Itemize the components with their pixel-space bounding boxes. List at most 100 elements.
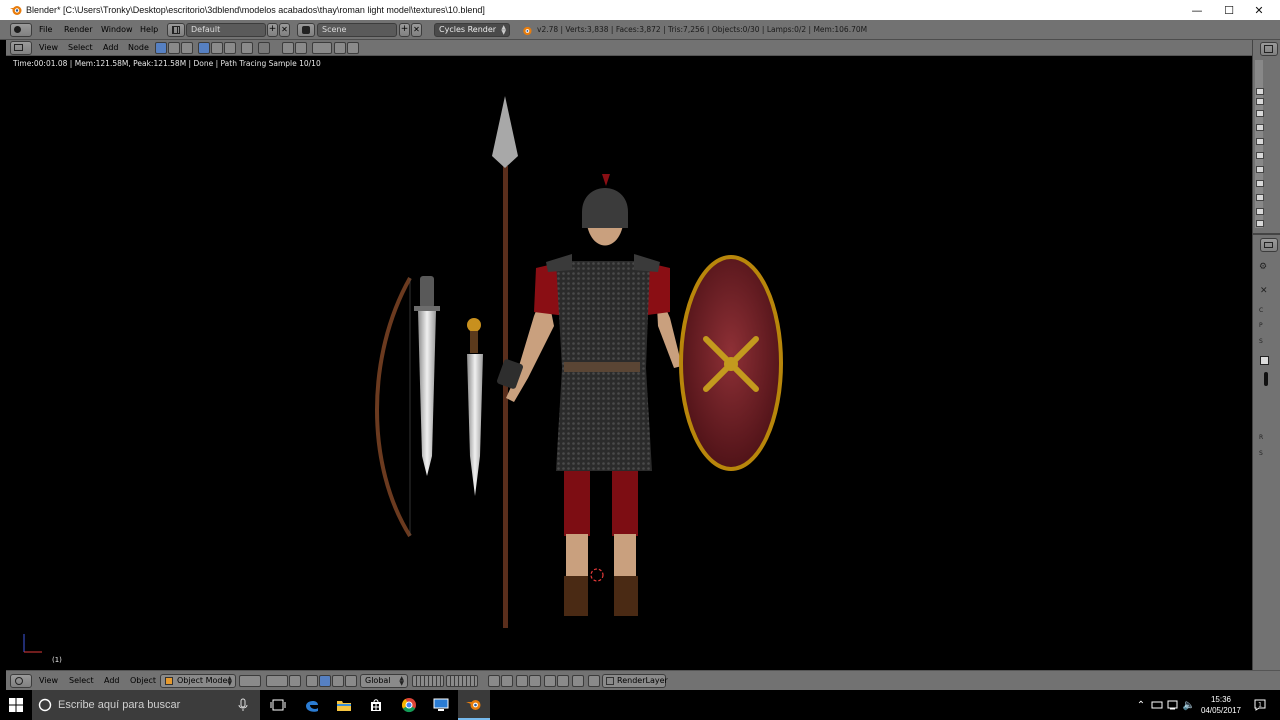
view3d-menu-object[interactable]: Object: [130, 671, 156, 691]
view3d-menu-view[interactable]: View: [39, 671, 58, 691]
interaction-mode-select[interactable]: Object Mode ▲ ▼: [160, 674, 236, 688]
shader-nodes-icon[interactable]: [155, 42, 167, 54]
node-menu-select[interactable]: Select: [68, 40, 93, 56]
menu-file[interactable]: File: [39, 20, 52, 40]
node-editor-type-button[interactable]: [10, 41, 32, 55]
node-menu-view[interactable]: View: [39, 40, 58, 56]
volume-icon[interactable]: 🔈: [1182, 690, 1196, 720]
scrollbar-handle[interactable]: [1264, 372, 1268, 386]
use-nodes-icon[interactable]: [241, 42, 253, 54]
proportional-edit-icon[interactable]: [501, 675, 513, 687]
outliner-row-icon[interactable]: [1256, 138, 1264, 145]
collapsed-panel-label[interactable]: S: [1259, 338, 1263, 345]
remove-layout-button[interactable]: ✕: [279, 23, 290, 37]
render-engine-select[interactable]: Cycles Render ▲ ▼: [434, 23, 510, 37]
taskbar-monitor-app[interactable]: [425, 690, 457, 720]
show-hidden-icons-icon[interactable]: ⌃: [1134, 690, 1148, 720]
taskbar-edge[interactable]: [296, 690, 328, 720]
copy-nodes-icon[interactable]: [334, 42, 346, 54]
viewport-shading-select[interactable]: [239, 675, 261, 687]
lock-layers-icon[interactable]: [488, 675, 500, 687]
outliner-row-icon[interactable]: [1256, 166, 1264, 173]
start-button[interactable]: [0, 690, 32, 720]
view3d-menu-select[interactable]: Select: [69, 671, 94, 691]
add-layout-button[interactable]: +: [267, 23, 278, 37]
render-layer-icon[interactable]: [588, 675, 600, 687]
scene-icon-button[interactable]: [297, 23, 315, 37]
save-icon[interactable]: [1260, 356, 1269, 365]
menu-help[interactable]: Help: [140, 20, 158, 40]
menu-window[interactable]: Window: [101, 20, 133, 40]
render-viewport[interactable]: Time:00:01.08 | Mem:121.58M, Peak:121.58…: [6, 56, 1252, 670]
collapsed-panel-label[interactable]: R: [1259, 434, 1263, 441]
snap-element-icon[interactable]: [295, 42, 307, 54]
node-menu-add[interactable]: Add: [103, 40, 119, 56]
outliner-row-icon[interactable]: [1256, 194, 1264, 201]
render-layers-tab-icon[interactable]: ✕: [1260, 286, 1268, 296]
outliner-row-icon[interactable]: [1256, 152, 1264, 159]
outliner-row-icon[interactable]: [1256, 110, 1264, 117]
transform-orientation-select[interactable]: Global ▲ ▼: [360, 674, 408, 688]
taskbar-file-explorer[interactable]: [328, 690, 360, 720]
collapsed-panel-label[interactable]: P: [1259, 322, 1263, 329]
rotate-manipulator-icon[interactable]: [319, 675, 331, 687]
wifi-icon[interactable]: [1166, 690, 1180, 720]
snap-icon[interactable]: [282, 42, 294, 54]
scene-icon[interactable]: [572, 675, 584, 687]
taskbar-search[interactable]: [32, 690, 260, 720]
collapsed-panel-label[interactable]: C: [1259, 307, 1263, 314]
paste-nodes-icon[interactable]: [347, 42, 359, 54]
scene-field[interactable]: Scene: [317, 23, 397, 37]
maximize-button[interactable]: ☐: [1212, 0, 1246, 20]
view3d-editor-type-button[interactable]: [10, 674, 32, 688]
taskbar-chrome[interactable]: [393, 690, 425, 720]
texture-nodes-icon[interactable]: [181, 42, 193, 54]
taskbar-blender[interactable]: [458, 690, 490, 720]
task-view-button[interactable]: [262, 690, 294, 720]
taskbar-store[interactable]: [360, 690, 392, 720]
microphone-icon[interactable]: [238, 698, 248, 712]
add-scene-button[interactable]: +: [399, 23, 410, 37]
opengl-render-icon[interactable]: [544, 675, 556, 687]
outliner-row-icon[interactable]: [1256, 124, 1264, 131]
editor-type-button[interactable]: [10, 23, 32, 37]
close-button[interactable]: ✕: [1242, 0, 1276, 20]
screen-layout-field[interactable]: Default: [186, 23, 266, 37]
snap-target-icon[interactable]: [312, 42, 332, 54]
render-tab-icon[interactable]: ⚙: [1259, 262, 1267, 272]
outliner-row-icon[interactable]: [1256, 180, 1264, 187]
action-center-icon[interactable]: 1: [1252, 690, 1268, 720]
collapsed-panel-label[interactable]: S: [1259, 450, 1263, 457]
object-shader-icon[interactable]: [198, 42, 210, 54]
scale-manipulator-icon[interactable]: [332, 675, 344, 687]
menu-render[interactable]: Render: [64, 20, 92, 40]
compositing-nodes-icon[interactable]: [168, 42, 180, 54]
snap-toggle-icon[interactable]: [516, 675, 528, 687]
opengl-render-animation-icon[interactable]: [557, 675, 569, 687]
manipulator-extra-icon[interactable]: [345, 675, 357, 687]
manipulator-toggle-icon[interactable]: [289, 675, 301, 687]
scene-layers-row2[interactable]: [446, 675, 478, 687]
outliner-row-icon[interactable]: [1256, 98, 1264, 105]
remove-scene-button[interactable]: ✕: [411, 23, 422, 37]
network-icon[interactable]: [1150, 690, 1164, 720]
properties-editor-button[interactable]: [1260, 238, 1278, 252]
search-input[interactable]: [58, 699, 238, 711]
render-layer-select[interactable]: RenderLayer: [602, 674, 668, 688]
scene-layers-row1[interactable]: [412, 675, 444, 687]
world-shader-icon[interactable]: [211, 42, 223, 54]
outliner-row-icon[interactable]: [1256, 208, 1264, 215]
translate-manipulator-icon[interactable]: [306, 675, 318, 687]
view3d-menu-add[interactable]: Add: [104, 671, 120, 691]
taskbar-clock[interactable]: 15:36 04/05/2017: [1198, 694, 1244, 716]
outliner-row-icon[interactable]: [1256, 220, 1264, 227]
snap-element-icon[interactable]: [529, 675, 541, 687]
outliner-row-icon[interactable]: [1256, 88, 1264, 95]
screen-layout-icon-button[interactable]: [167, 23, 185, 37]
minimize-button[interactable]: —: [1180, 0, 1214, 20]
line-style-icon[interactable]: [224, 42, 236, 54]
pivot-point-select[interactable]: [266, 675, 288, 687]
backdrop-icon[interactable]: [258, 42, 270, 54]
outliner-editor-button[interactable]: [1260, 42, 1278, 56]
node-menu-node[interactable]: Node: [128, 40, 149, 56]
